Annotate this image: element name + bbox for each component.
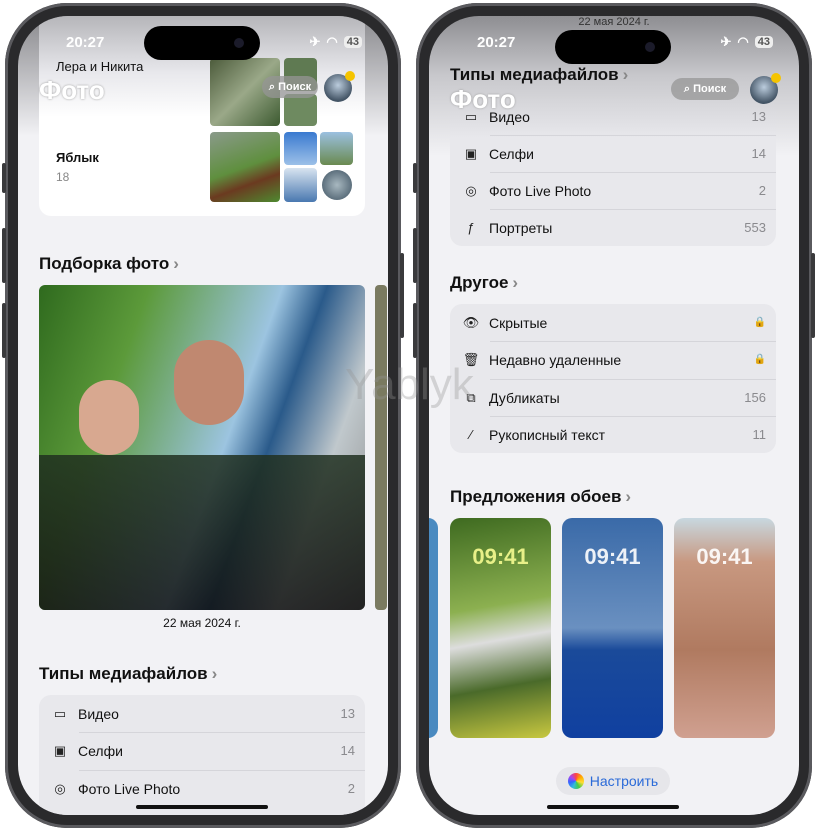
list-item[interactable]: ⧉ Дубликаты 156 [450, 379, 776, 416]
screen: 22 мая 2024 г. Типы медиафайлов › ▭ Видео 1… [429, 16, 799, 815]
wallpapers-heading[interactable]: Предложения обоев › [450, 488, 631, 505]
featured-date: 22 мая 2024 г. [578, 16, 650, 28]
lock-icon: 🔒 [753, 354, 766, 365]
handwriting-icon: ⁄ [469, 427, 473, 442]
customize-button[interactable]: Настроить [556, 767, 670, 795]
featured-date: 22 мая 2024 г. [163, 616, 241, 630]
featured-photo[interactable] [39, 285, 365, 610]
selfie-icon: ▣ [53, 742, 67, 758]
hidden-icon: 👁 [462, 314, 480, 330]
wifi-icon: ◠ [737, 34, 749, 49]
media-types-heading[interactable]: Типы медиафайлов › [39, 665, 217, 682]
wallpaper-suggestion[interactable]: 09:41 [562, 518, 663, 738]
list-item[interactable]: ƒ Портреты 553 [450, 209, 776, 246]
lock-icon: 🔒 [753, 317, 766, 328]
media-types-heading[interactable]: Типы медиафайлов › [450, 66, 628, 83]
status-icons: ✈ ◠ 43 [309, 34, 362, 50]
list-item[interactable]: ◎ Фото Live Photo 2 [39, 770, 365, 807]
list-item[interactable]: ▭ Видео 13 [39, 695, 365, 732]
list-item[interactable]: ⁄ Рукописный текст 11 [450, 416, 776, 453]
battery-icon: 43 [754, 36, 773, 48]
selfie-icon: ▣ [464, 145, 478, 161]
airplane-icon: ✈ [720, 34, 732, 49]
collection-name[interactable]: Лера и Никита [56, 59, 143, 74]
collection-thumb[interactable] [210, 132, 280, 202]
search-label: Поиск [693, 83, 727, 95]
other-heading[interactable]: Другое › [450, 274, 518, 291]
search-icon: ⌕ [683, 82, 691, 95]
media-types-list: ▭ Видео 13 ▣ Селфи 14 ◎ Фото Live Photo 2 [39, 695, 365, 815]
video-icon: ▭ [53, 705, 67, 721]
featured-heading[interactable]: Подборка фото › [39, 255, 179, 272]
live-photo-icon: ◎ [54, 780, 66, 796]
list-item[interactable]: ▣ Селфи 14 [450, 135, 776, 172]
collection-count: 18 [56, 170, 70, 184]
status-icons: ✈ ◠ 43 [720, 34, 773, 50]
wallpaper-suggestion[interactable]: 09:41 [450, 518, 551, 738]
phone-left: Лера и Никита Яблык 18 20:27 ✈ ◠ 43 Фото ⌕… [2, 3, 404, 828]
wallpaper-suggestion[interactable]: 09:41 [674, 518, 775, 738]
list-item[interactable]: ▣ Селфи 14 [39, 732, 365, 769]
search-button[interactable]: ⌕ Поиск [671, 78, 739, 100]
search-button[interactable]: ⌕ Поиск [262, 76, 318, 98]
screen: Лера и Никита Яблык 18 20:27 ✈ ◠ 43 Фото ⌕… [18, 16, 388, 815]
photos-app-icon [567, 773, 584, 789]
avatar[interactable] [324, 71, 355, 102]
other-list: 👁 Скрытые 🔒 🗑 Недавно удаленные 🔒 ⧉ Дубликаты… [450, 304, 776, 453]
home-indicator[interactable] [136, 805, 268, 809]
page-title: Фото [39, 75, 105, 105]
list-item[interactable]: 👁 Скрытые 🔒 [450, 304, 776, 341]
search-label: Поиск [278, 81, 312, 93]
page-title: Фото [450, 84, 516, 114]
list-item[interactable]: 🗑 Недавно удаленные 🔒 [450, 341, 776, 378]
portrait-icon: ƒ [467, 220, 475, 235]
phone-right: 22 мая 2024 г. Типы медиафайлов › ▭ Видео 1… [413, 3, 815, 828]
status-time: 20:27 [477, 34, 516, 51]
status-time: 20:27 [66, 34, 105, 51]
live-photo-icon: ◎ [465, 182, 477, 198]
list-item[interactable]: ◎ Фото Live Photo 2 [450, 172, 776, 209]
wifi-icon: ◠ [326, 34, 338, 49]
media-types-list: ▭ Видео 13 ▣ Селфи 14 ◎ Фото Live Photo 2 ƒ Пор… [450, 98, 776, 246]
search-icon: ⌕ [268, 80, 276, 93]
home-indicator[interactable] [547, 805, 679, 809]
collection-name[interactable]: Яблык [56, 150, 99, 165]
airplane-icon: ✈ [309, 34, 321, 49]
watermark: Yablyk [345, 360, 474, 409]
avatar[interactable] [750, 73, 781, 104]
battery-icon: 43 [343, 36, 362, 48]
